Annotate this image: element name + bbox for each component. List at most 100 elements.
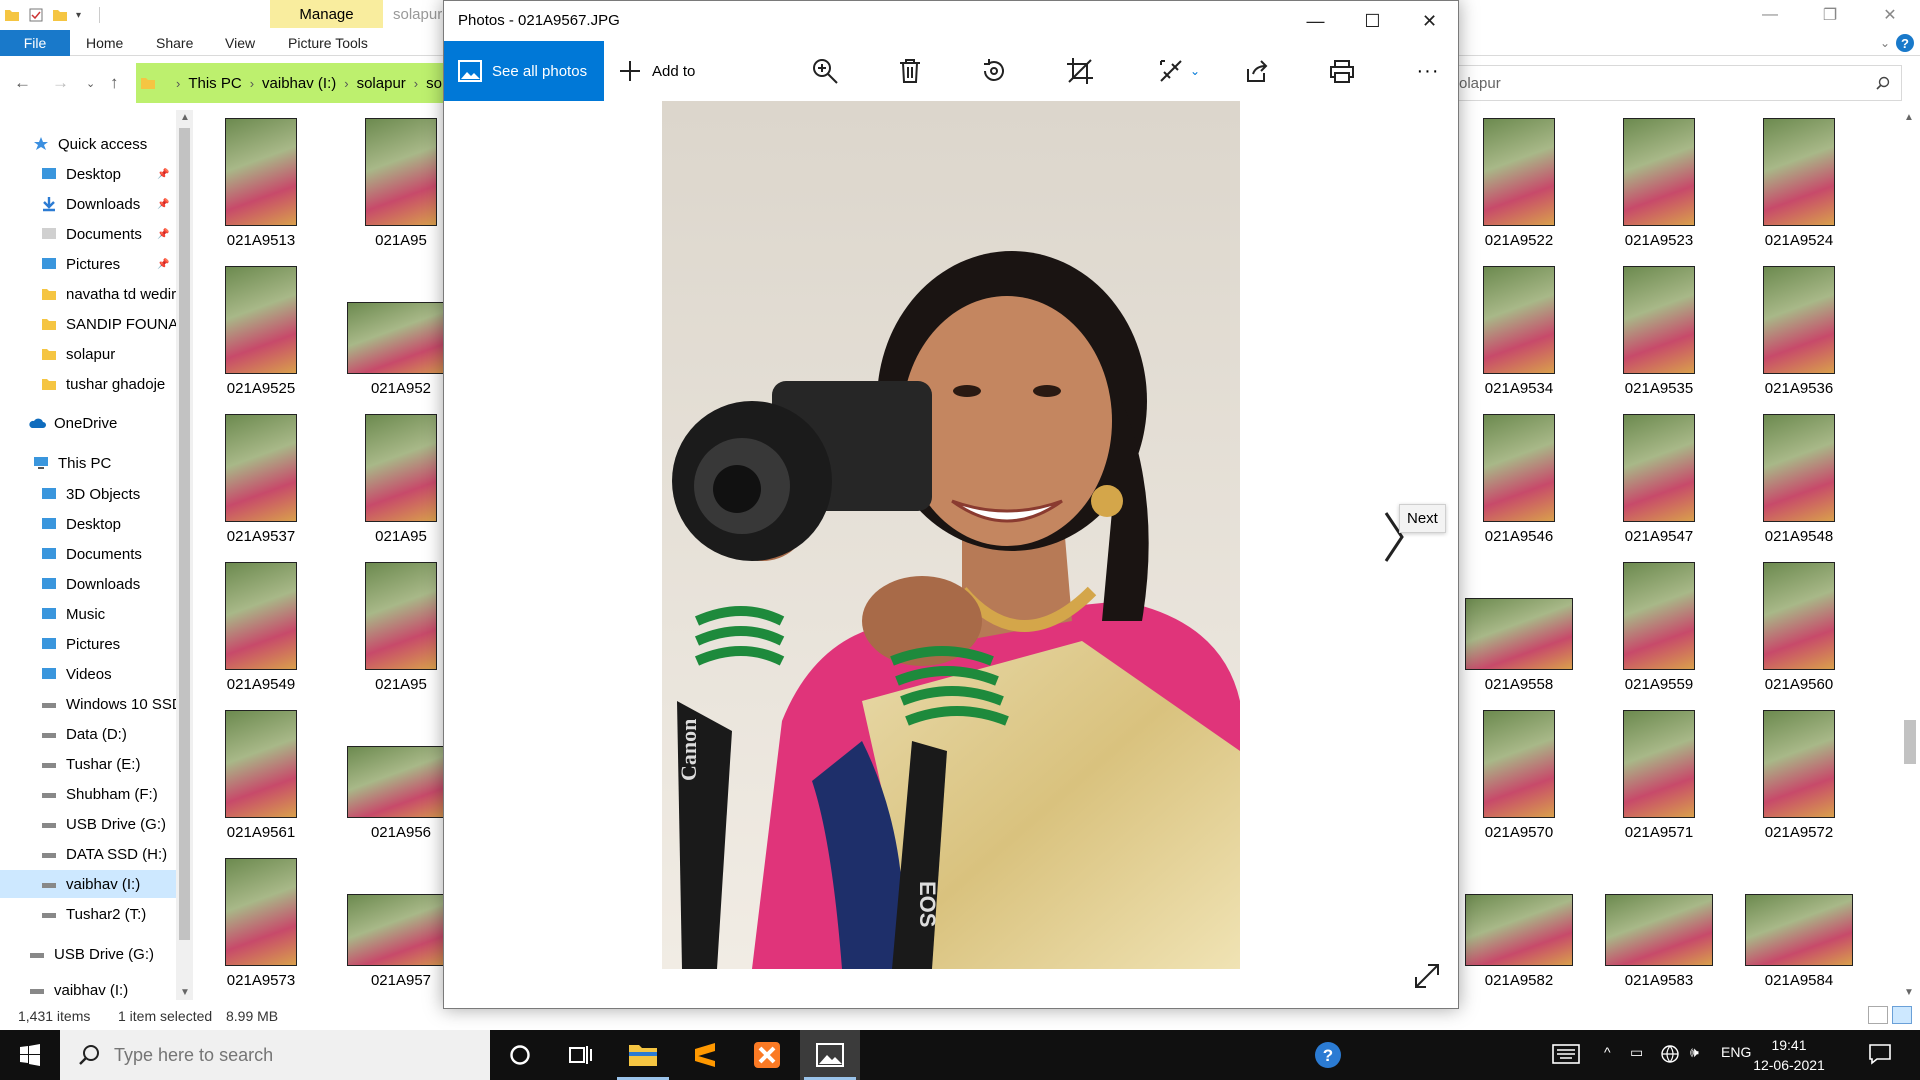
delete-button[interactable]	[888, 41, 932, 101]
file-thumbnail[interactable]: 021A956	[346, 710, 456, 841]
more-options-button[interactable]: ···	[1406, 41, 1450, 101]
rotate-button[interactable]	[972, 41, 1016, 101]
sidebar-item-quick-4[interactable]: navatha td wedir	[0, 280, 176, 308]
file-thumbnail[interactable]: 021A9571	[1604, 710, 1714, 841]
sidebar-item-quick-3[interactable]: Pictures 📌	[0, 250, 176, 278]
minimize-icon[interactable]: —	[1740, 0, 1800, 30]
language-indicator[interactable]: ENG	[1721, 1044, 1751, 1060]
close-icon[interactable]: ✕	[1860, 0, 1920, 30]
network-icon[interactable]	[1660, 1044, 1680, 1064]
start-button[interactable]	[0, 1030, 60, 1080]
file-thumbnail[interactable]: 021A95	[346, 118, 456, 249]
file-thumbnail[interactable]: 021A9561	[206, 710, 316, 841]
file-thumbnail[interactable]: 021A9536	[1744, 266, 1854, 397]
file-thumbnail[interactable]: 021A957	[346, 858, 456, 989]
customize-qat-icon[interactable]: ▾	[76, 10, 81, 21]
large-icons-view-icon[interactable]	[1892, 1006, 1912, 1024]
file-thumbnail[interactable]: 021A9535	[1604, 266, 1714, 397]
expand-ribbon-icon[interactable]: ⌄	[1880, 36, 1890, 50]
edit-create-button[interactable]: ⌄	[1149, 41, 1209, 101]
sidebar-item-quick-7[interactable]: tushar ghadoje	[0, 370, 176, 398]
file-thumbnail[interactable]: 021A9559	[1604, 562, 1714, 693]
pin-icon[interactable]: 📌	[157, 199, 169, 210]
sidebar-item-pc-5[interactable]: Pictures	[0, 630, 176, 658]
file-thumbnail[interactable]: 021A9560	[1744, 562, 1854, 693]
sidebar-item-pc-0[interactable]: 3D Objects	[0, 480, 176, 508]
scroll-up-icon[interactable]: ▲	[180, 112, 190, 123]
volume-icon[interactable]: 🕪	[1690, 1044, 1699, 1061]
taskbar-file-explorer[interactable]	[613, 1030, 673, 1080]
sidebar-item-pc-8[interactable]: Data (D:)	[0, 720, 176, 748]
pin-icon[interactable]: 📌	[157, 229, 169, 240]
breadcrumb-solapur[interactable]: solapur	[349, 75, 414, 92]
tab-picture-tools[interactable]: Picture Tools	[288, 35, 368, 51]
tab-share[interactable]: Share	[156, 35, 193, 51]
search-icon[interactable]	[1865, 76, 1901, 90]
sidebar-item-pc-14[interactable]: Tushar2 (T:)	[0, 900, 176, 928]
sidebar-item-pc-13[interactable]: vaibhav (I:)	[0, 870, 176, 898]
cortana-button[interactable]	[490, 1030, 550, 1080]
pin-icon[interactable]: 📌	[157, 259, 169, 270]
folder-icon[interactable]	[4, 7, 20, 23]
add-to-button[interactable]: Add to	[618, 41, 695, 101]
back-icon[interactable]: ←	[14, 73, 31, 93]
task-view-button[interactable]	[550, 1030, 610, 1080]
restore-icon[interactable]: ❐	[1800, 0, 1860, 30]
crop-button[interactable]	[1058, 41, 1102, 101]
new-folder-icon[interactable]	[52, 7, 68, 23]
file-thumbnail[interactable]: 021A9548	[1744, 414, 1854, 545]
see-all-photos-button[interactable]: See all photos	[444, 41, 604, 101]
scrollbar-thumb[interactable]	[1904, 720, 1916, 764]
recent-locations-icon[interactable]: ⌄	[86, 77, 95, 90]
clock[interactable]: 19:41 12-06-2021	[1748, 1035, 1830, 1075]
zoom-button[interactable]	[803, 41, 847, 101]
touch-keyboard-icon[interactable]	[1552, 1044, 1580, 1064]
file-thumbnail[interactable]: 021A9525	[206, 266, 316, 397]
tab-home[interactable]: Home	[86, 35, 123, 51]
sidebar-item-pc-7[interactable]: Windows 10 SSD	[0, 690, 176, 718]
pin-icon[interactable]: 📌	[157, 169, 169, 180]
file-thumbnail[interactable]: 021A9558	[1464, 562, 1574, 693]
help-icon[interactable]: ?	[1896, 34, 1914, 52]
file-thumbnail[interactable]: 021A95	[346, 562, 456, 693]
battery-icon[interactable]: ▭	[1630, 1044, 1643, 1061]
file-thumbnail[interactable]: 021A9547	[1604, 414, 1714, 545]
sidebar-item-this-pc[interactable]: This PC	[0, 449, 176, 477]
file-thumbnail[interactable]: 021A9582	[1464, 858, 1574, 989]
sidebar-item-quick-0[interactable]: Desktop 📌	[0, 160, 176, 188]
breadcrumb-this-pc[interactable]: This PC	[180, 75, 249, 92]
get-help-button[interactable]: ?	[1298, 1030, 1358, 1080]
taskbar-sublime-text[interactable]	[675, 1030, 735, 1080]
manage-tab[interactable]: Manage	[270, 0, 383, 28]
search-box[interactable]	[1458, 65, 1902, 101]
up-icon[interactable]: ↑	[110, 73, 119, 93]
file-tab[interactable]: File	[0, 30, 70, 56]
sidebar-item-pc-1[interactable]: Desktop	[0, 510, 176, 538]
file-thumbnail[interactable]: 021A9572	[1744, 710, 1854, 841]
sidebar-item-onedrive[interactable]: OneDrive	[0, 409, 176, 437]
scroll-up-icon[interactable]: ▲	[1904, 112, 1914, 123]
file-thumbnail[interactable]: 021A9584	[1744, 858, 1854, 989]
taskbar-search-input[interactable]	[114, 1044, 474, 1066]
sidebar-item-quick-6[interactable]: solapur	[0, 340, 176, 368]
show-hidden-icons-icon[interactable]: ^	[1604, 1044, 1611, 1060]
sidebar-item-pc-12[interactable]: DATA SSD (H:)	[0, 840, 176, 868]
file-thumbnail[interactable]: 021A9583	[1604, 858, 1714, 989]
forward-icon[interactable]: →	[52, 73, 69, 93]
print-button[interactable]	[1320, 41, 1364, 101]
photo-viewer-image[interactable]: Canon EOS	[662, 101, 1240, 969]
file-thumbnail[interactable]: 021A9549	[206, 562, 316, 693]
minimize-icon[interactable]: —	[1287, 1, 1344, 41]
taskbar-search[interactable]	[60, 1030, 490, 1080]
file-thumbnail[interactable]: 021A9523	[1604, 118, 1714, 249]
sidebar-item-usb-drive[interactable]: USB Drive (G:)	[0, 940, 176, 968]
file-thumbnail[interactable]: 021A952	[346, 266, 456, 397]
sidebar-item-vaibhav-drive[interactable]: vaibhav (I:)	[0, 976, 176, 1000]
sidebar-item-pc-10[interactable]: Shubham (F:)	[0, 780, 176, 808]
scroll-down-icon[interactable]: ▼	[180, 987, 190, 998]
file-thumbnail[interactable]: 021A9534	[1464, 266, 1574, 397]
file-thumbnail[interactable]: 021A9573	[206, 858, 316, 989]
sidebar-item-pc-11[interactable]: USB Drive (G:)	[0, 810, 176, 838]
file-thumbnail[interactable]: 021A9513	[206, 118, 316, 249]
details-view-icon[interactable]	[1868, 1006, 1888, 1024]
